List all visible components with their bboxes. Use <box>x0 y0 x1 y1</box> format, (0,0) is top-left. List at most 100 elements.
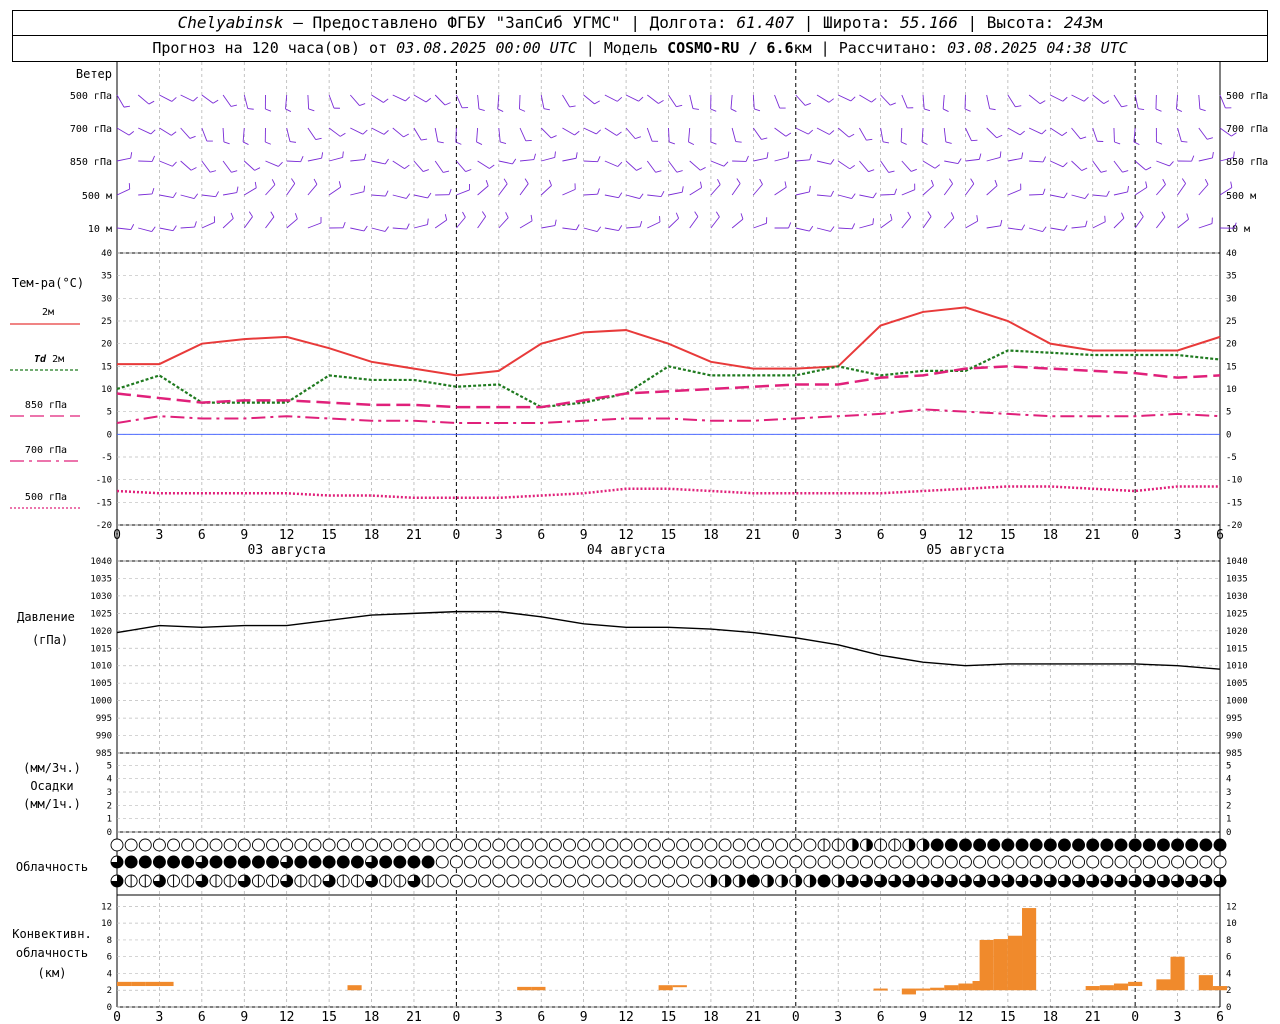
cloud-icon <box>266 838 280 852</box>
cloud-icon <box>1199 855 1213 869</box>
wind-barb-flag <box>321 152 324 159</box>
wind-barb <box>307 127 317 140</box>
wind-barb <box>943 217 955 229</box>
wind-barb <box>222 192 237 196</box>
wind-barb <box>476 127 479 142</box>
cloud-icon <box>308 838 322 852</box>
wind-barb <box>244 187 257 196</box>
wind-barb <box>583 227 598 233</box>
wind-barb <box>562 127 575 136</box>
cloud-icon <box>152 838 166 852</box>
wind-barb <box>859 94 872 103</box>
wind-barb-flag <box>444 214 448 221</box>
wind-barb <box>1177 127 1182 142</box>
wind-barb-flag <box>512 158 517 165</box>
cloud-icon <box>534 838 548 852</box>
cloud-icon-half <box>725 875 732 887</box>
cloud-icon-full <box>1100 839 1113 851</box>
wind-barb <box>646 160 656 173</box>
wind-barb-flag <box>945 141 952 144</box>
wind-barb-flag <box>254 167 261 171</box>
wind-barb <box>774 186 787 196</box>
temp-tick-right: 15 <box>1226 362 1237 372</box>
wind-barb-flag <box>574 130 580 136</box>
wind-barb <box>604 127 617 136</box>
x-tick-label: 6 <box>198 528 206 543</box>
wind-level-label-right: 10 м <box>1226 224 1250 235</box>
conv-tick: 4 <box>107 969 112 979</box>
pressure-tick: 1000 <box>90 697 112 707</box>
conv-bar <box>944 985 959 991</box>
wind-barb <box>943 127 947 142</box>
wind-barb-flag <box>848 133 855 138</box>
cloud-icon <box>563 838 576 852</box>
wind-barb-flag <box>1186 213 1189 220</box>
wind-barb-flag <box>384 226 389 232</box>
cloud-icon-full <box>959 839 972 851</box>
wind-barb-flag <box>575 152 578 159</box>
wind-barb <box>795 159 810 162</box>
wind-barb <box>180 160 192 171</box>
wind-barb <box>774 127 787 137</box>
conv-tick: 12 <box>101 902 112 912</box>
cloud-icon <box>1114 855 1128 869</box>
conv-bar <box>915 988 931 991</box>
wind-barb-flag <box>934 164 941 169</box>
temp-tick: 15 <box>101 362 112 372</box>
wind-barb-flag <box>888 170 895 173</box>
wind-barb-flag <box>422 169 429 172</box>
wind-barb-flag <box>871 98 877 103</box>
wind-barb <box>540 127 552 139</box>
wind-barb <box>688 127 691 142</box>
wind-barb-flag <box>964 108 971 112</box>
legend-t700: 700 гПа <box>25 445 67 456</box>
cloud-icon <box>987 855 1001 869</box>
temp-tick: 10 <box>101 385 112 395</box>
wind-barb <box>562 188 576 196</box>
cloud-icon-half <box>852 839 859 851</box>
conv-tick-right: 10 <box>1226 919 1237 929</box>
wind-barb-flag <box>171 131 177 136</box>
cloud-icon-full <box>747 875 760 887</box>
cloud-icon <box>577 874 591 888</box>
wind-barb <box>710 184 721 196</box>
wind-barb <box>901 216 912 229</box>
conv-bar <box>1085 986 1100 991</box>
wind-barb-flag <box>1041 129 1047 135</box>
wind-barb-flag <box>872 192 877 199</box>
wind-barb-flag <box>247 108 254 110</box>
cloud-icon <box>464 838 477 852</box>
x-tick-label: 21 <box>1085 528 1101 543</box>
conv-bar <box>1128 981 1143 987</box>
precip-label-1: (мм/3ч.) <box>23 761 81 775</box>
conv-bar <box>1198 975 1213 991</box>
temp-tick: 25 <box>101 317 112 327</box>
wind-barb <box>1050 127 1063 137</box>
wind-barb <box>1219 94 1226 109</box>
wind-barb-flag <box>194 221 197 228</box>
wind-barb <box>647 94 659 104</box>
wind-barb-flag <box>994 179 998 186</box>
pressure-tick-right: 1040 <box>1226 557 1248 567</box>
pressure-tick-right: 985 <box>1226 749 1242 759</box>
cloud-icon <box>124 838 138 852</box>
wind-barb <box>159 127 172 136</box>
wind-barb <box>689 216 699 229</box>
wind-barb <box>986 225 1001 229</box>
wind-barb-flag <box>130 224 135 230</box>
temp-tick: -10 <box>96 476 112 486</box>
wind-barb-flag <box>730 108 737 112</box>
wind-barb <box>1177 183 1186 196</box>
x-tick-label: 18 <box>1042 528 1058 543</box>
pressure-tick-right: 990 <box>1226 732 1242 742</box>
wind-barb <box>795 94 806 106</box>
pressure-tick: 1015 <box>90 644 112 654</box>
conv-bar <box>1156 979 1171 991</box>
wind-barb <box>541 225 556 229</box>
wind-barb-flag <box>866 138 873 141</box>
wind-barb-flag <box>427 218 429 225</box>
wind-barb <box>838 94 852 102</box>
wind-barb <box>986 156 1001 162</box>
conv-bar <box>1170 956 1185 991</box>
cloud-icon-full <box>323 856 336 868</box>
